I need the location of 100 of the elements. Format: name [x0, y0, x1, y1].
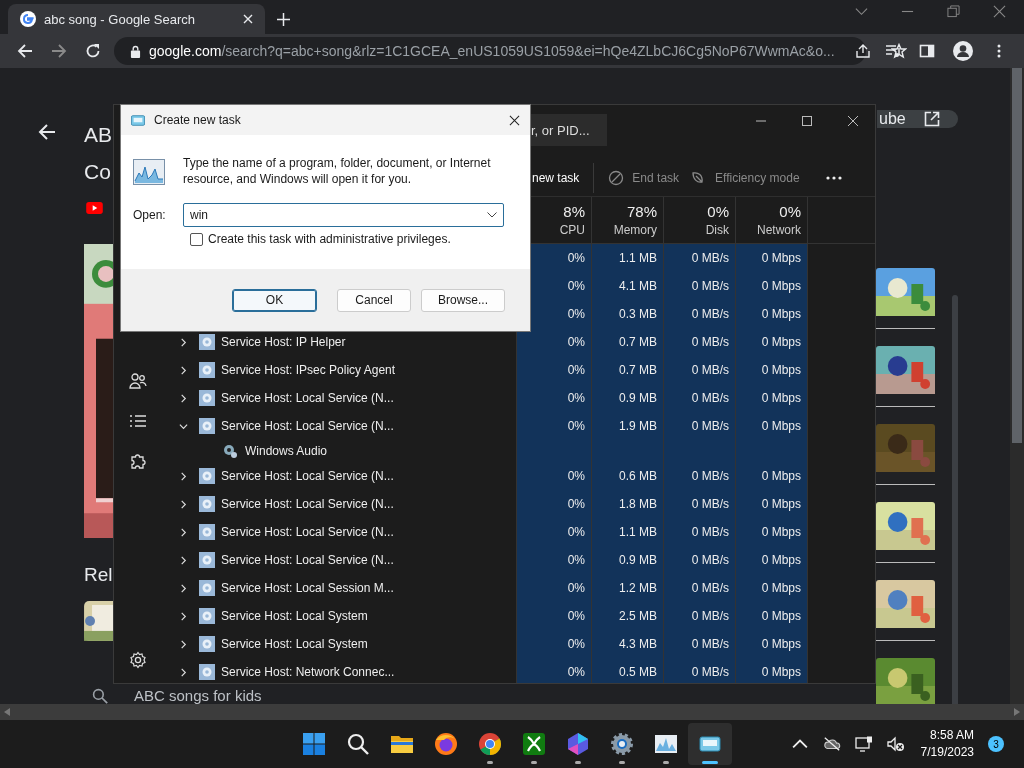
dialog-button[interactable]: OK [232, 288, 317, 312]
chevron-icon[interactable] [179, 471, 188, 481]
browser-icon [434, 732, 458, 756]
scrollbar[interactable] [1010, 68, 1024, 704]
chevron-icon[interactable] [179, 337, 188, 347]
column-usage: 0% [779, 203, 801, 220]
browser-tab[interactable]: abc song - Google Search [8, 4, 265, 34]
chevron-icon[interactable] [179, 667, 188, 677]
dialog-button[interactable]: Browse... [421, 288, 505, 312]
list-icon[interactable] [128, 412, 147, 430]
table-cell: 0.6 MB [592, 462, 664, 490]
open-field[interactable]: win [183, 203, 504, 227]
column-header[interactable]: Disk [705, 223, 729, 237]
chevron-icon[interactable] [179, 499, 188, 509]
table-cell: 0 Mbps [736, 602, 808, 630]
chevron-icon[interactable] [179, 583, 188, 593]
search-suggestion[interactable]: ABC songs for kids [134, 687, 262, 704]
scroll-right-icon[interactable] [1014, 708, 1020, 716]
table-cell: 0 Mbps [736, 272, 808, 300]
scroll-left-icon[interactable] [4, 708, 10, 716]
checkbox-label[interactable]: Create this task with administrative privileges. [208, 232, 451, 246]
table-cell: 2.5 MB [592, 602, 664, 630]
close-icon[interactable] [509, 114, 520, 126]
table-cell: 1.1 MB [592, 518, 664, 546]
table-cell: 0 MB/s [664, 244, 736, 272]
share-icon[interactable] [854, 43, 871, 59]
scrollbar[interactable] [0, 704, 1024, 720]
taskbar-button[interactable] [688, 723, 732, 765]
monitor-icon[interactable] [854, 736, 873, 752]
table-cell: 0% [517, 658, 592, 683]
dialog-message: Type the name of a program, folder, document, or Internet resource, and Windows will open it for you. [183, 155, 492, 187]
service-icon [199, 390, 215, 406]
service-icon [199, 496, 215, 512]
table-cell: 0% [517, 490, 592, 518]
table-cell: 0 Mbps [736, 518, 808, 546]
more-icon[interactable] [825, 176, 842, 180]
chevron-icon[interactable] [179, 611, 188, 621]
restore-icon[interactable] [947, 4, 960, 18]
back-icon[interactable] [17, 43, 33, 59]
table-cell: 0 Mbps [736, 490, 808, 518]
speaker-muted-icon[interactable] [886, 736, 905, 752]
search-field[interactable]: r, or PID... [531, 114, 607, 146]
settings-icon[interactable] [128, 651, 147, 669]
media-list-icon[interactable] [885, 43, 901, 59]
puzzle-icon[interactable] [128, 452, 147, 470]
table-cell: 0 MB/s [664, 412, 736, 440]
prohibited-icon [608, 170, 625, 186]
table-cell: 0 MB/s [664, 356, 736, 384]
notification-badge[interactable]: 3 [988, 736, 1004, 752]
chevron-icon[interactable] [179, 555, 188, 565]
service-icon [199, 664, 215, 680]
maximize-icon[interactable] [801, 115, 813, 127]
table-cell: 0% [517, 462, 592, 490]
dialog-button[interactable]: Cancel [337, 288, 411, 312]
gear-icon [222, 443, 238, 459]
scrollbar[interactable] [952, 295, 958, 704]
new-tab-icon[interactable] [277, 13, 290, 26]
reload-icon[interactable] [85, 43, 101, 59]
table-cell: 0% [517, 546, 592, 574]
side-panel-icon[interactable] [919, 43, 935, 59]
cloud-off-icon[interactable] [822, 736, 841, 752]
dropdown-icon[interactable] [487, 212, 497, 218]
column-header[interactable]: Memory [613, 223, 657, 237]
dialog-title: Create new task [154, 113, 241, 127]
lock-icon [130, 44, 141, 58]
table-cell: 0 MB/s [664, 602, 736, 630]
profile-icon[interactable] [953, 41, 973, 61]
table-cell: 4.1 MB [592, 272, 664, 300]
clock[interactable]: 8:58 AM 7/19/2023 [920, 727, 974, 761]
column-header[interactable]: Network [757, 223, 801, 237]
search-icon [92, 687, 108, 704]
chart-icon [133, 159, 165, 185]
service-icon [199, 636, 215, 652]
forward-icon[interactable] [51, 43, 67, 59]
chevron-icon[interactable] [179, 421, 188, 431]
service-icon [199, 362, 215, 378]
checkbox[interactable] [190, 232, 203, 246]
service-icon [199, 524, 215, 540]
table-cell: 0 Mbps [736, 574, 808, 602]
service-icon [199, 468, 215, 484]
table-cell: 0 Mbps [736, 546, 808, 574]
table-cell: 0 Mbps [736, 384, 808, 412]
field-label: Open: [133, 208, 167, 222]
chevron-icon[interactable] [179, 527, 188, 537]
column-usage: 78% [626, 203, 657, 220]
back-arrow-icon[interactable] [38, 123, 56, 141]
chevron-icon[interactable] [179, 393, 188, 403]
process-name: Service Host: Local Session M... [221, 581, 394, 595]
table-cell: 0 Mbps [736, 328, 808, 356]
open-button[interactable]: ube [877, 110, 958, 128]
table-cell: 0 Mbps [736, 244, 808, 272]
star-icon[interactable] [890, 43, 907, 59]
close-icon[interactable] [847, 115, 859, 127]
table-cell: 0 MB/s [664, 462, 736, 490]
process-name: Service Host: Network Connec... [221, 665, 395, 679]
chevron-icon[interactable] [179, 365, 188, 375]
users-icon[interactable] [128, 372, 147, 390]
table-cell: 0 MB/s [664, 518, 736, 546]
column-header[interactable]: CPU [559, 223, 585, 237]
chevron-icon[interactable] [179, 639, 188, 649]
